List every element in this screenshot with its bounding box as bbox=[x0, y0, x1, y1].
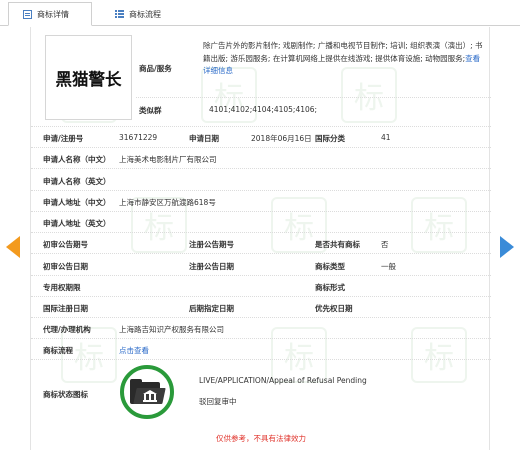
divider bbox=[31, 359, 491, 360]
shared-label: 是否共有商标 bbox=[315, 240, 360, 249]
divider bbox=[31, 147, 491, 148]
intl-class-label: 国际分类 bbox=[315, 134, 345, 143]
tm-type-value: 一般 bbox=[381, 262, 396, 271]
document-icon bbox=[23, 9, 32, 19]
status-desc: 驳回复审中 bbox=[199, 397, 237, 406]
view-process-link[interactable]: 点击查看 bbox=[119, 345, 149, 356]
reg-no-label: 申请/注册号 bbox=[43, 134, 84, 143]
app-date-value: 2018年06月16日 bbox=[251, 134, 312, 143]
agent-label: 代理/办理机构 bbox=[43, 325, 91, 334]
intl-reg-date-label: 国际注册日期 bbox=[43, 304, 88, 313]
later-designation-label: 后期指定日期 bbox=[189, 304, 234, 313]
divider bbox=[31, 275, 491, 276]
tab-label: 商标详情 bbox=[37, 9, 69, 19]
divider bbox=[31, 168, 491, 169]
reg-no-value: 31671229 bbox=[119, 133, 158, 142]
similar-group-value: 4101;4102;4104;4105;4106; bbox=[209, 105, 318, 114]
address-cn-label: 申请人地址（中文） bbox=[43, 198, 111, 207]
goods-services-text: 除广告片外的影片制作; 戏剧制作; 广播和电视节目制作; 培训; 组织表演（演出… bbox=[203, 41, 483, 63]
list-icon bbox=[115, 9, 124, 19]
divider bbox=[31, 296, 491, 297]
reg-ann-no-label: 注册公告期号 bbox=[189, 240, 234, 249]
watermark-cell: 标 bbox=[411, 197, 467, 253]
app-date-label: 申请日期 bbox=[189, 134, 219, 143]
address-en-label: 申请人地址（英文） bbox=[43, 219, 111, 228]
prev-arrow-icon[interactable] bbox=[6, 236, 20, 258]
disclaimer: 仅供参考，不具有法律效力 bbox=[216, 434, 306, 443]
watermark-cell: 标 bbox=[411, 327, 467, 383]
applicant-en-label: 申请人名称（英文） bbox=[43, 177, 111, 186]
exclusive-period-label: 专用权期限 bbox=[43, 283, 81, 292]
divider bbox=[31, 338, 491, 339]
goods-services-label: 商品/服务 bbox=[139, 64, 172, 73]
divider bbox=[136, 97, 491, 98]
applicant-cn-label: 申请人名称（中文） bbox=[43, 155, 111, 164]
divider bbox=[31, 317, 491, 318]
status-title: LIVE/APPLICATION/Appeal of Refusal Pendi… bbox=[199, 376, 367, 385]
divider bbox=[31, 126, 491, 127]
goods-services-value: 除广告片外的影片制作; 戏剧制作; 广播和电视节目制作; 培训; 组织表演（演出… bbox=[203, 40, 483, 78]
divider bbox=[31, 232, 491, 233]
next-arrow-icon[interactable] bbox=[500, 236, 514, 258]
address-cn-value: 上海市静安区万航渡路618号 bbox=[119, 198, 216, 207]
folder-bank-icon bbox=[130, 379, 166, 405]
divider bbox=[31, 253, 491, 254]
similar-group-label: 类似群 bbox=[139, 106, 162, 115]
process-label: 商标流程 bbox=[43, 346, 73, 355]
tab-trademark-details[interactable]: 商标详情 bbox=[8, 2, 92, 26]
tm-form-label: 商标形式 bbox=[315, 283, 345, 292]
tab-label: 商标流程 bbox=[129, 9, 161, 19]
status-icon bbox=[120, 365, 174, 419]
tab-trademark-process[interactable]: 商标流程 bbox=[100, 2, 184, 26]
tab-bar: 商标详情 商标流程 bbox=[0, 0, 520, 26]
divider bbox=[31, 190, 491, 191]
intl-class-value: 41 bbox=[381, 133, 391, 142]
shared-value: 否 bbox=[381, 240, 389, 249]
reg-ann-date-label: 注册公告日期 bbox=[189, 262, 234, 271]
trademark-image: 黑猫警长 bbox=[45, 35, 132, 120]
trademark-detail-panel: 标 标 标 标 标 标 标 标 标 黑猫警长 商品/服务 除广告片外的影片制作;… bbox=[30, 27, 491, 450]
tm-type-label: 商标类型 bbox=[315, 262, 345, 271]
priority-date-label: 优先权日期 bbox=[315, 304, 353, 313]
trademark-logo-text: 黑猫警长 bbox=[55, 69, 122, 89]
agent-value: 上海路吉知识产权服务有限公司 bbox=[119, 325, 224, 334]
watermark-cell: 标 bbox=[271, 327, 327, 383]
prelim-date-label: 初审公告日期 bbox=[43, 262, 88, 271]
applicant-cn-value: 上海美术电影制片厂有限公司 bbox=[119, 155, 217, 164]
divider bbox=[31, 211, 491, 212]
status-icon-label: 商标状态图标 bbox=[43, 390, 88, 399]
prelim-no-label: 初审公告期号 bbox=[43, 240, 88, 249]
